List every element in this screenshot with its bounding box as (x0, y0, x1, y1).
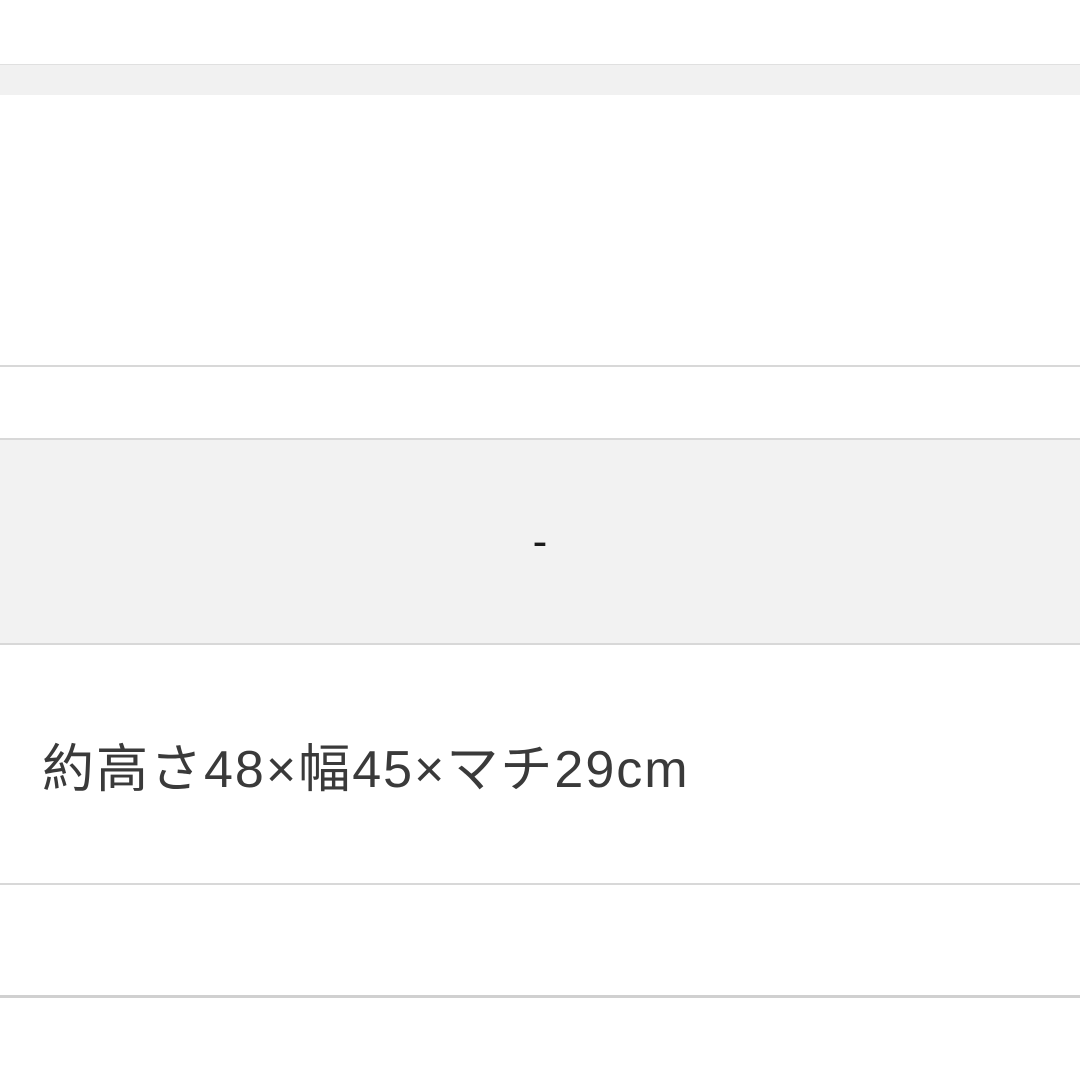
spec-table: - 約高さ48×幅45×マチ29cm (0, 0, 1080, 1080)
dimensions-text: 約高さ48×幅45×マチ29cm (42, 727, 690, 802)
table-row (0, 95, 1080, 365)
table-row (0, 0, 1080, 65)
table-row (0, 995, 1080, 1080)
dash-value: - (533, 517, 548, 567)
table-row: 約高さ48×幅45×マチ29cm (0, 645, 1080, 885)
table-row: - (0, 440, 1080, 645)
table-row (0, 365, 1080, 440)
row-gap (0, 65, 1080, 95)
table-row (0, 885, 1080, 995)
